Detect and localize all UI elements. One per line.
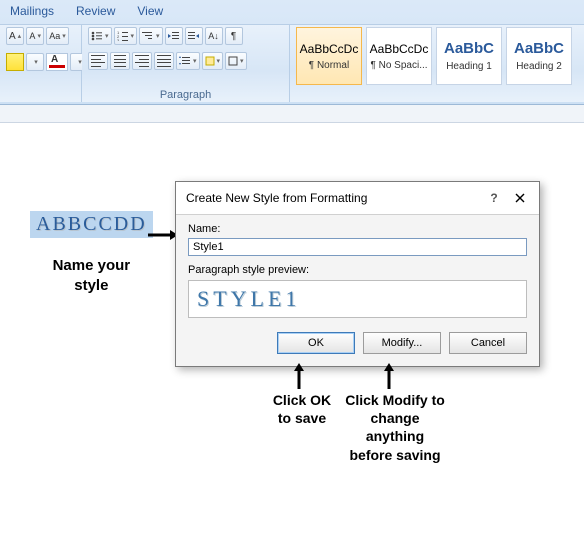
tab-mailings[interactable]: Mailings <box>10 4 54 18</box>
document-page: ABBCCDD Name your style Create New Style… <box>0 123 584 545</box>
style-tile-3[interactable]: AaBbC Heading 2 <box>506 27 572 85</box>
sort-button[interactable]: A↓ <box>205 27 223 45</box>
show-hide-marks-button[interactable]: ¶ <box>225 27 243 45</box>
shrink-font-button[interactable]: A▾ <box>26 27 44 45</box>
shading-button[interactable]: ▾ <box>202 52 224 70</box>
style-tile-2[interactable]: AaBbC Heading 1 <box>436 27 502 85</box>
increase-indent-icon <box>188 31 200 41</box>
align-center-button[interactable] <box>110 52 130 70</box>
dialog-titlebar: Create New Style from Formatting ? <box>176 182 539 215</box>
borders-icon <box>228 56 238 66</box>
dialog-title: Create New Style from Formatting <box>186 191 481 205</box>
decrease-indent-button[interactable] <box>165 27 183 45</box>
style-tile-preview: AaBbC <box>444 40 494 57</box>
style-preview-box: STYLE1 <box>188 280 527 318</box>
paragraph-group-label: Paragraph <box>88 87 283 102</box>
annotation-name-your-style: Name your style <box>30 256 153 297</box>
close-icon <box>515 193 525 203</box>
style-tile-label: ¶ No Spaci... <box>370 60 427 71</box>
annotation-click-modify: Click Modify to change anything before s… <box>340 391 450 464</box>
line-spacing-icon <box>179 56 191 66</box>
numbering-icon: 123 <box>117 31 129 41</box>
decrease-indent-icon <box>168 31 180 41</box>
arrow-to-ok <box>292 363 306 389</box>
style-tile-label: ¶ Normal <box>309 60 349 71</box>
justify-icon <box>157 55 171 67</box>
bullets-button[interactable]: ▾ <box>88 27 112 45</box>
multilevel-list-button[interactable]: ▾ <box>139 27 163 45</box>
bullets-icon <box>91 31 103 41</box>
ruler <box>0 105 584 123</box>
selected-text[interactable]: ABBCCDD <box>30 211 153 238</box>
ok-button[interactable]: OK <box>277 332 355 354</box>
style-tile-preview: AaBbCcDc <box>300 42 359 56</box>
align-center-icon <box>113 55 127 67</box>
align-right-icon <box>135 55 149 67</box>
highlight-color-dropdown[interactable]: ▾ <box>26 53 44 71</box>
tab-view[interactable]: View <box>137 4 163 18</box>
ribbon: Mailings Review View A▴ A▾ Aa▾ ▾ A ▾ <box>0 0 584 105</box>
font-color-button[interactable]: A <box>46 53 68 71</box>
style-tile-preview: AaBbCcDc <box>370 42 429 56</box>
create-style-dialog: Create New Style from Formatting ? Name:… <box>175 181 540 367</box>
close-button[interactable] <box>507 188 533 208</box>
align-left-icon <box>91 55 105 67</box>
ribbon-group-styles: AaBbCcDc¶ NormalAaBbCcDc¶ No Spaci...AaB… <box>290 25 584 102</box>
style-tile-label: Heading 1 <box>446 61 492 72</box>
svg-text:3: 3 <box>117 38 120 41</box>
modify-button[interactable]: Modify... <box>363 332 441 354</box>
arrow-to-modify <box>382 363 396 389</box>
style-tile-1[interactable]: AaBbCcDc ¶ No Spaci... <box>366 27 432 85</box>
style-tile-label: Heading 2 <box>516 61 562 72</box>
arrow-to-name-field <box>148 228 178 242</box>
highlight-color-button[interactable] <box>6 53 24 71</box>
ribbon-group-font: A▴ A▾ Aa▾ ▾ A ▾ <box>0 25 82 102</box>
line-spacing-button[interactable]: ▾ <box>176 52 200 70</box>
preview-label: Paragraph style preview: <box>188 264 527 276</box>
name-label: Name: <box>188 223 527 235</box>
annotation-click-ok: Click OK to save <box>262 391 342 427</box>
multilevel-icon <box>142 31 154 41</box>
align-right-button[interactable] <box>132 52 152 70</box>
cancel-button[interactable]: Cancel <box>449 332 527 354</box>
numbering-button[interactable]: 123 ▾ <box>114 27 138 45</box>
grow-font-button[interactable]: A▴ <box>6 27 24 45</box>
style-tile-preview: AaBbC <box>514 40 564 57</box>
style-name-input[interactable] <box>188 238 527 256</box>
align-left-button[interactable] <box>88 52 108 70</box>
ribbon-tabs: Mailings Review View <box>0 0 584 24</box>
ribbon-group-paragraph: ▾ 123 ▾ ▾ A↓ <box>82 25 290 102</box>
style-preview-text: STYLE1 <box>197 286 300 312</box>
justify-button[interactable] <box>154 52 174 70</box>
increase-indent-button[interactable] <box>185 27 203 45</box>
shading-icon <box>205 56 215 66</box>
style-tile-0[interactable]: AaBbCcDc ¶ Normal <box>296 27 362 85</box>
change-case-button[interactable]: Aa▾ <box>46 27 69 45</box>
help-button[interactable]: ? <box>481 188 507 208</box>
tab-review[interactable]: Review <box>76 4 115 18</box>
borders-button[interactable]: ▾ <box>225 52 247 70</box>
